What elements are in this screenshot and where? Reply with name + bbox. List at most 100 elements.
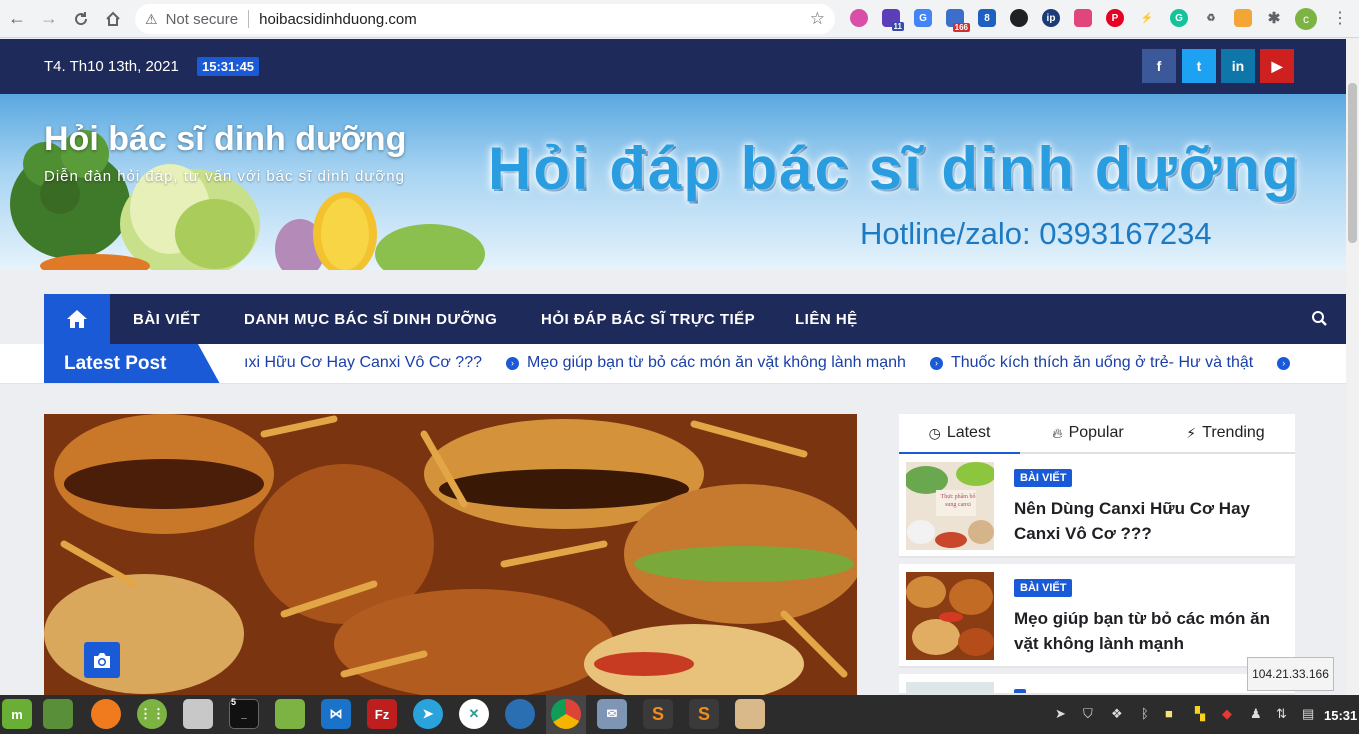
- firefox-icon[interactable]: [91, 699, 121, 729]
- post-title[interactable]: Mẹo giúp bạn từ bỏ các món ăn vặt không …: [1014, 606, 1279, 656]
- bluetooth-icon[interactable]: ᛒ: [1141, 706, 1149, 721]
- extension-badge-icon[interactable]: 11: [882, 9, 904, 31]
- sidebar-post-card[interactable]: [899, 674, 1295, 695]
- files-icon[interactable]: [275, 699, 305, 729]
- facebook-icon[interactable]: f: [1142, 49, 1176, 83]
- mail-icon[interactable]: ✉: [597, 699, 627, 729]
- sublime-text-icon[interactable]: S: [643, 699, 673, 729]
- notification-icon[interactable]: ♟: [1250, 706, 1262, 722]
- category-badge[interactable]: BÀI VIẾT: [1014, 469, 1073, 487]
- nav-item-danh-muc[interactable]: DANH MỤC BÁC SĨ DINH DƯỠNG: [244, 311, 497, 328]
- apps-grid-icon[interactable]: ⋮⋮: [137, 699, 167, 729]
- tab-trending[interactable]: ⚡︎ Trending: [1156, 414, 1295, 454]
- camera-extension-icon[interactable]: [1074, 9, 1092, 27]
- grammarly-icon[interactable]: G: [1170, 9, 1188, 27]
- extension-icon[interactable]: [1234, 9, 1252, 27]
- archive-icon[interactable]: [735, 699, 765, 729]
- post-title[interactable]: Nên Dùng Canxi Hữu Cơ Hay Canxi Vô Cơ ??…: [1014, 496, 1279, 546]
- settings-toggle-icon[interactable]: [183, 699, 213, 729]
- ticker-item[interactable]: ıxi Hữu Cơ Hay Canxi Vô Cơ ???: [244, 354, 482, 372]
- puzzle-icon[interactable]: ✱: [1265, 9, 1283, 27]
- ticker-item[interactable]: ›: [1277, 354, 1298, 372]
- featured-post-image[interactable]: [44, 414, 857, 695]
- ticker-item-text[interactable]: Thuốc kích thích ăn uống ở trẻ- Hư và th…: [951, 354, 1253, 372]
- nav-item-lien-he[interactable]: LIÊN HỆ: [795, 311, 858, 328]
- chrome-icon[interactable]: [551, 699, 581, 729]
- category-badge[interactable]: BÀI VIẾT: [1014, 579, 1073, 597]
- mint-menu-icon[interactable]: m: [2, 699, 32, 729]
- bolt-extension-icon[interactable]: ⚡: [1138, 9, 1156, 27]
- pinterest-icon[interactable]: P: [1106, 9, 1124, 27]
- url-text[interactable]: hoibacsidinhduong.com: [259, 11, 417, 28]
- globe-icon[interactable]: [505, 699, 535, 729]
- notes-icon[interactable]: ■: [1165, 706, 1173, 721]
- ticker-label: Latest Post: [44, 344, 220, 383]
- home-icon[interactable]: [98, 4, 128, 34]
- ticker-track: ıxi Hữu Cơ Hay Canxi Vô Cơ ??? › Mẹo giúp…: [244, 354, 1298, 372]
- telegram-icon[interactable]: ➤: [413, 699, 443, 729]
- arrow-circle-icon: ›: [506, 356, 519, 370]
- menu-icon[interactable]: ⋮: [1332, 8, 1348, 28]
- clipboard-icon[interactable]: ▤: [1302, 706, 1314, 722]
- taskbar-clock[interactable]: 15:31: [1324, 708, 1357, 723]
- sidebar-post-card[interactable]: BÀI VIẾT Mẹo giúp bạn từ bỏ các món ăn v…: [899, 564, 1295, 668]
- app-tray-icon[interactable]: ▚: [1195, 706, 1205, 722]
- bookmark-star-icon[interactable]: ☆: [810, 9, 825, 29]
- anydesk-icon[interactable]: ◆: [1222, 706, 1232, 722]
- youtube-icon[interactable]: ▶: [1260, 49, 1294, 83]
- browser-toolbar: ← → ⚠ Not secure hoibacsidinhduong.com ☆…: [0, 0, 1359, 38]
- profile-avatar[interactable]: c: [1295, 8, 1317, 30]
- ticker-item[interactable]: › Mẹo giúp bạn từ bỏ các món ăn vặt không…: [506, 354, 906, 372]
- tab-label: Latest: [946, 424, 991, 441]
- extension-icon[interactable]: [850, 9, 868, 27]
- clock-icon: ◷: [928, 424, 941, 441]
- translate-icon[interactable]: G: [914, 9, 932, 27]
- ip-icon[interactable]: ip: [1042, 9, 1060, 27]
- tab-label: Popular: [1068, 424, 1124, 441]
- show-desktop-icon[interactable]: [43, 699, 73, 729]
- nav-item-bai-viet[interactable]: BÀI VIẾT: [133, 311, 200, 328]
- forward-icon[interactable]: →: [34, 4, 64, 34]
- filezilla-icon[interactable]: Fz: [367, 699, 397, 729]
- post-thumbnail[interactable]: [906, 682, 994, 693]
- site-banner: Hỏi bác sĩ dinh dưỡng Diễn đàn hỏi đáp, …: [0, 94, 1346, 270]
- current-time: 15:31:45: [197, 57, 260, 76]
- camera-icon[interactable]: [84, 642, 120, 678]
- location-icon[interactable]: ➤: [1055, 706, 1066, 722]
- extension-icon[interactable]: 8: [978, 9, 996, 27]
- latest-post-ticker: Latest Post ıxi Hữu Cơ Hay Canxi Vô Cơ ?…: [0, 344, 1346, 384]
- ticker-item[interactable]: › Thuốc kích thích ăn uống ở trẻ- Hư và t…: [929, 354, 1253, 372]
- dropbox-icon[interactable]: ❖: [1111, 706, 1123, 722]
- twitter-icon[interactable]: t: [1182, 49, 1216, 83]
- home-button[interactable]: [44, 294, 110, 344]
- tab-popular[interactable]: 🔥︎ Popular: [1020, 414, 1156, 454]
- vscode-icon[interactable]: ⋈: [321, 699, 351, 729]
- page-scrollbar[interactable]: [1346, 39, 1359, 695]
- sidebar-post-card[interactable]: Thực phẩm bổ sung canxi BÀI VIẾT Nên Dùn…: [899, 454, 1295, 558]
- scrollbar-thumb[interactable]: [1348, 83, 1357, 243]
- calendar-icon[interactable]: 166: [946, 9, 970, 32]
- shield-icon[interactable]: ⛉: [1083, 706, 1093, 722]
- sublime-text-icon[interactable]: S: [689, 699, 719, 729]
- nav-item-hoi-dap[interactable]: HỎI ĐÁP BÁC SĨ TRỰC TIẾP: [541, 311, 755, 328]
- top-header-bar: T4. Th10 13th, 2021 15:31:45 f t in ▶: [0, 39, 1346, 94]
- recycle-icon[interactable]: ♻: [1202, 9, 1220, 27]
- crossover-icon[interactable]: ✕: [459, 699, 489, 729]
- site-title[interactable]: Hỏi bác sĩ dinh dưỡng: [44, 120, 406, 159]
- back-icon[interactable]: ←: [2, 4, 32, 34]
- reload-icon[interactable]: [66, 4, 96, 34]
- warning-icon: ⚠: [145, 10, 158, 27]
- tab-latest[interactable]: ◷ Latest: [899, 414, 1020, 454]
- ticker-item-text[interactable]: ıxi Hữu Cơ Hay Canxi Vô Cơ ???: [244, 354, 482, 372]
- linkedin-icon[interactable]: in: [1221, 49, 1255, 83]
- sync-icon[interactable]: [1010, 9, 1028, 27]
- address-bar[interactable]: ⚠ Not secure hoibacsidinhduong.com ☆: [135, 4, 835, 34]
- post-thumbnail[interactable]: [906, 572, 994, 660]
- post-thumbnail[interactable]: Thực phẩm bổ sung canxi: [906, 462, 994, 550]
- ip-tooltip: 104.21.33.166: [1247, 657, 1334, 691]
- search-icon[interactable]: [1311, 310, 1328, 332]
- site-description: Diễn đàn hỏi đáp, tư vấn với bác sĩ dinh…: [44, 168, 405, 185]
- ticker-item-text[interactable]: Mẹo giúp bạn từ bỏ các món ăn vặt không …: [527, 354, 906, 372]
- network-icon[interactable]: ⇅: [1276, 706, 1287, 722]
- terminal-icon[interactable]: 5 _: [229, 697, 259, 729]
